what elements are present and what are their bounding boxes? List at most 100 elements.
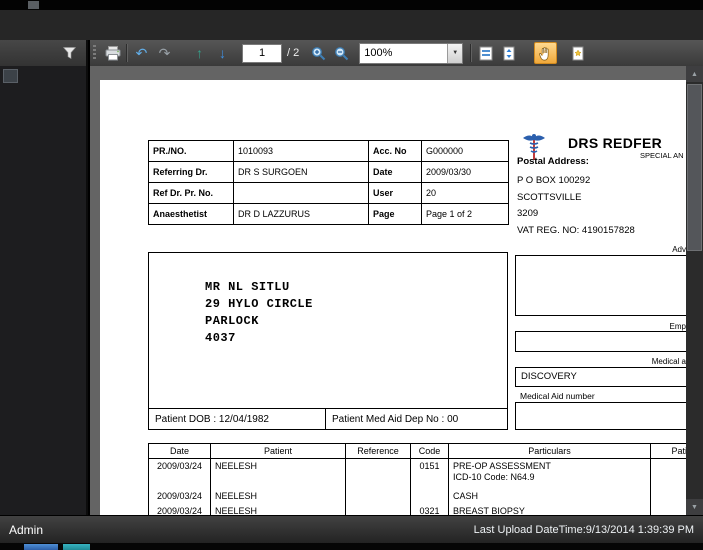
tx-patient: NEELESH (210, 504, 346, 515)
info-row: Referring Dr. DR S SURGOEN Date 2009/03/… (148, 161, 509, 183)
info-value: DR D LAZZURUS (233, 203, 369, 225)
zoom-in-button[interactable] (307, 42, 330, 64)
previous-page-button[interactable]: ↑ (188, 42, 211, 64)
patient-address-line: 29 HYLO CIRCLE (205, 297, 313, 311)
zoom-out-icon (335, 46, 349, 60)
titlebar (0, 0, 703, 10)
info-value (233, 182, 369, 204)
employer-box (515, 331, 686, 352)
advice-label: Adv (672, 245, 686, 254)
postal-line: SCOTTSVILLE (517, 192, 582, 203)
hand-icon (539, 46, 549, 61)
page-count-label: / 2 (287, 47, 300, 59)
scroll-down-button[interactable]: ▼ (686, 499, 703, 515)
undo-button[interactable]: ↶ (130, 42, 153, 64)
vertical-scrollbar[interactable]: ▲ ▼ (686, 66, 703, 515)
info-label: Referring Dr. (148, 161, 234, 183)
redo-button[interactable]: ↷ (153, 42, 176, 64)
patient-meta-row: Patient DOB : 12/04/1982 Patient Med Aid… (149, 408, 507, 429)
fit-width-button[interactable] (474, 42, 497, 64)
info-row: Ref Dr. Pr. No. User 20 (148, 182, 509, 204)
tx-patient-amount (650, 458, 686, 489)
info-row: PR./NO. 1010093 Acc. No G000000 (148, 140, 509, 162)
patient-address-line: PARLOCK (205, 314, 259, 328)
taskbar (0, 543, 703, 550)
fit-width-icon (479, 46, 493, 60)
medical-aid-column: Adv Emp Medical a DISCOVERY Medical Aid … (515, 240, 686, 432)
filter-button[interactable] (58, 42, 81, 64)
tx-code: 0151 (410, 458, 449, 489)
tx-patient: NEELESH (210, 458, 346, 489)
tx-particulars: BREAST BIOPSY ICD-10 Code: N64.9 (448, 504, 651, 515)
zoom-out-button[interactable] (330, 42, 353, 64)
pan-tool-button[interactable] (534, 42, 558, 64)
medical-aid-number-box (515, 402, 686, 430)
patient-dob: Patient DOB : 12/04/1982 (149, 409, 326, 429)
tx-reference (345, 504, 411, 515)
patient-info-table: PR./NO. 1010093 Acc. No G000000 Referrin… (148, 140, 509, 225)
report-page: PR./NO. 1010093 Acc. No G000000 Referrin… (100, 80, 686, 515)
practice-name: DRS REDFER (568, 135, 663, 151)
info-value: Page 1 of 2 (421, 203, 509, 225)
info-value: DR S SURGOEN (233, 161, 369, 183)
patient-address-line: 4037 (205, 331, 236, 345)
practice-subtitle: SPECIAL AN (640, 151, 684, 160)
tx-header-reference: Reference (345, 443, 411, 459)
window-icon (28, 1, 39, 9)
tx-code: 0321 (410, 504, 449, 515)
employer-label: Emp (669, 322, 686, 331)
tx-patient: NEELESH (210, 489, 346, 504)
tx-header-particulars: Particulars (448, 443, 651, 459)
redo-icon: ↷ (158, 45, 171, 61)
taskbar-icon[interactable] (63, 544, 90, 550)
zoom-combobox[interactable]: 100% ▼ (359, 42, 464, 64)
undo-icon: ↶ (135, 45, 148, 61)
tx-particulars-line1: PRE-OP ASSESSMENT (453, 461, 551, 471)
export-button[interactable] (567, 42, 590, 64)
print-button[interactable] (101, 42, 124, 64)
tx-date: 2009/03/24 (148, 458, 211, 489)
patient-address-box: MR NL SITLU 29 HYLO CIRCLE PARLOCK 4037 … (148, 252, 508, 430)
document-viewport[interactable]: PR./NO. 1010093 Acc. No G000000 Referrin… (90, 66, 686, 515)
transaction-row: 2009/03/24 NEELESH CASH (148, 489, 686, 504)
page-scroll-icon (503, 46, 515, 60)
taskbar-icon[interactable] (24, 544, 58, 550)
tx-header-code: Code (410, 443, 449, 459)
zoom-in-icon (312, 46, 326, 60)
tx-particulars-line2: ICD-10 Code: N64.9 (453, 472, 535, 482)
info-label: Acc. No (368, 140, 422, 162)
toolbar-separator (126, 44, 128, 62)
info-row: Anaesthetist DR D LAZZURUS Page Page 1 o… (148, 203, 509, 225)
info-label: User (368, 182, 422, 204)
report-toolbar: ↶ ↷ ↑ ↓ / 2 (90, 40, 703, 66)
dropdown-arrow-icon[interactable]: ▼ (447, 43, 463, 63)
print-icon (105, 45, 120, 60)
tx-date: 2009/03/24 (148, 504, 211, 515)
info-value: G000000 (421, 140, 509, 162)
report-viewer-window: ↶ ↷ ↑ ↓ / 2 (0, 0, 703, 550)
page-number-input[interactable] (242, 43, 282, 63)
toolbar-grip[interactable] (93, 45, 96, 61)
info-value: 20 (421, 182, 509, 204)
tx-header-date: Date (148, 443, 211, 459)
tx-particulars-line1: BREAST BIOPSY (453, 506, 525, 515)
export-icon (572, 46, 584, 60)
info-label: Page (368, 203, 422, 225)
next-page-button[interactable]: ↓ (211, 42, 234, 64)
transaction-row: 2009/03/24 NEELESH 0321 BREAST BIOPSY IC… (148, 504, 686, 515)
scrollbar-thumb[interactable] (687, 84, 702, 251)
continuous-scroll-button[interactable] (497, 42, 520, 64)
patient-med-aid-dep: Patient Med Aid Dep No : 00 (332, 413, 459, 425)
sidebar-panel[interactable] (0, 66, 88, 515)
scroll-up-button[interactable]: ▲ (686, 66, 703, 82)
info-label: PR./NO. (148, 140, 234, 162)
info-label: Ref Dr. Pr. No. (148, 182, 234, 204)
tx-particulars: CASH (448, 489, 651, 504)
toolbar-separator (470, 44, 473, 62)
arrow-down-icon: ↓ (219, 45, 226, 61)
vat-reg-number: VAT REG. NO: 4190157828 (517, 225, 635, 236)
tx-header-patient: Patient (210, 443, 346, 459)
medical-aid-label: Medical a (651, 357, 686, 366)
sidebar-header (0, 40, 88, 66)
sidebar-icon (3, 69, 18, 83)
